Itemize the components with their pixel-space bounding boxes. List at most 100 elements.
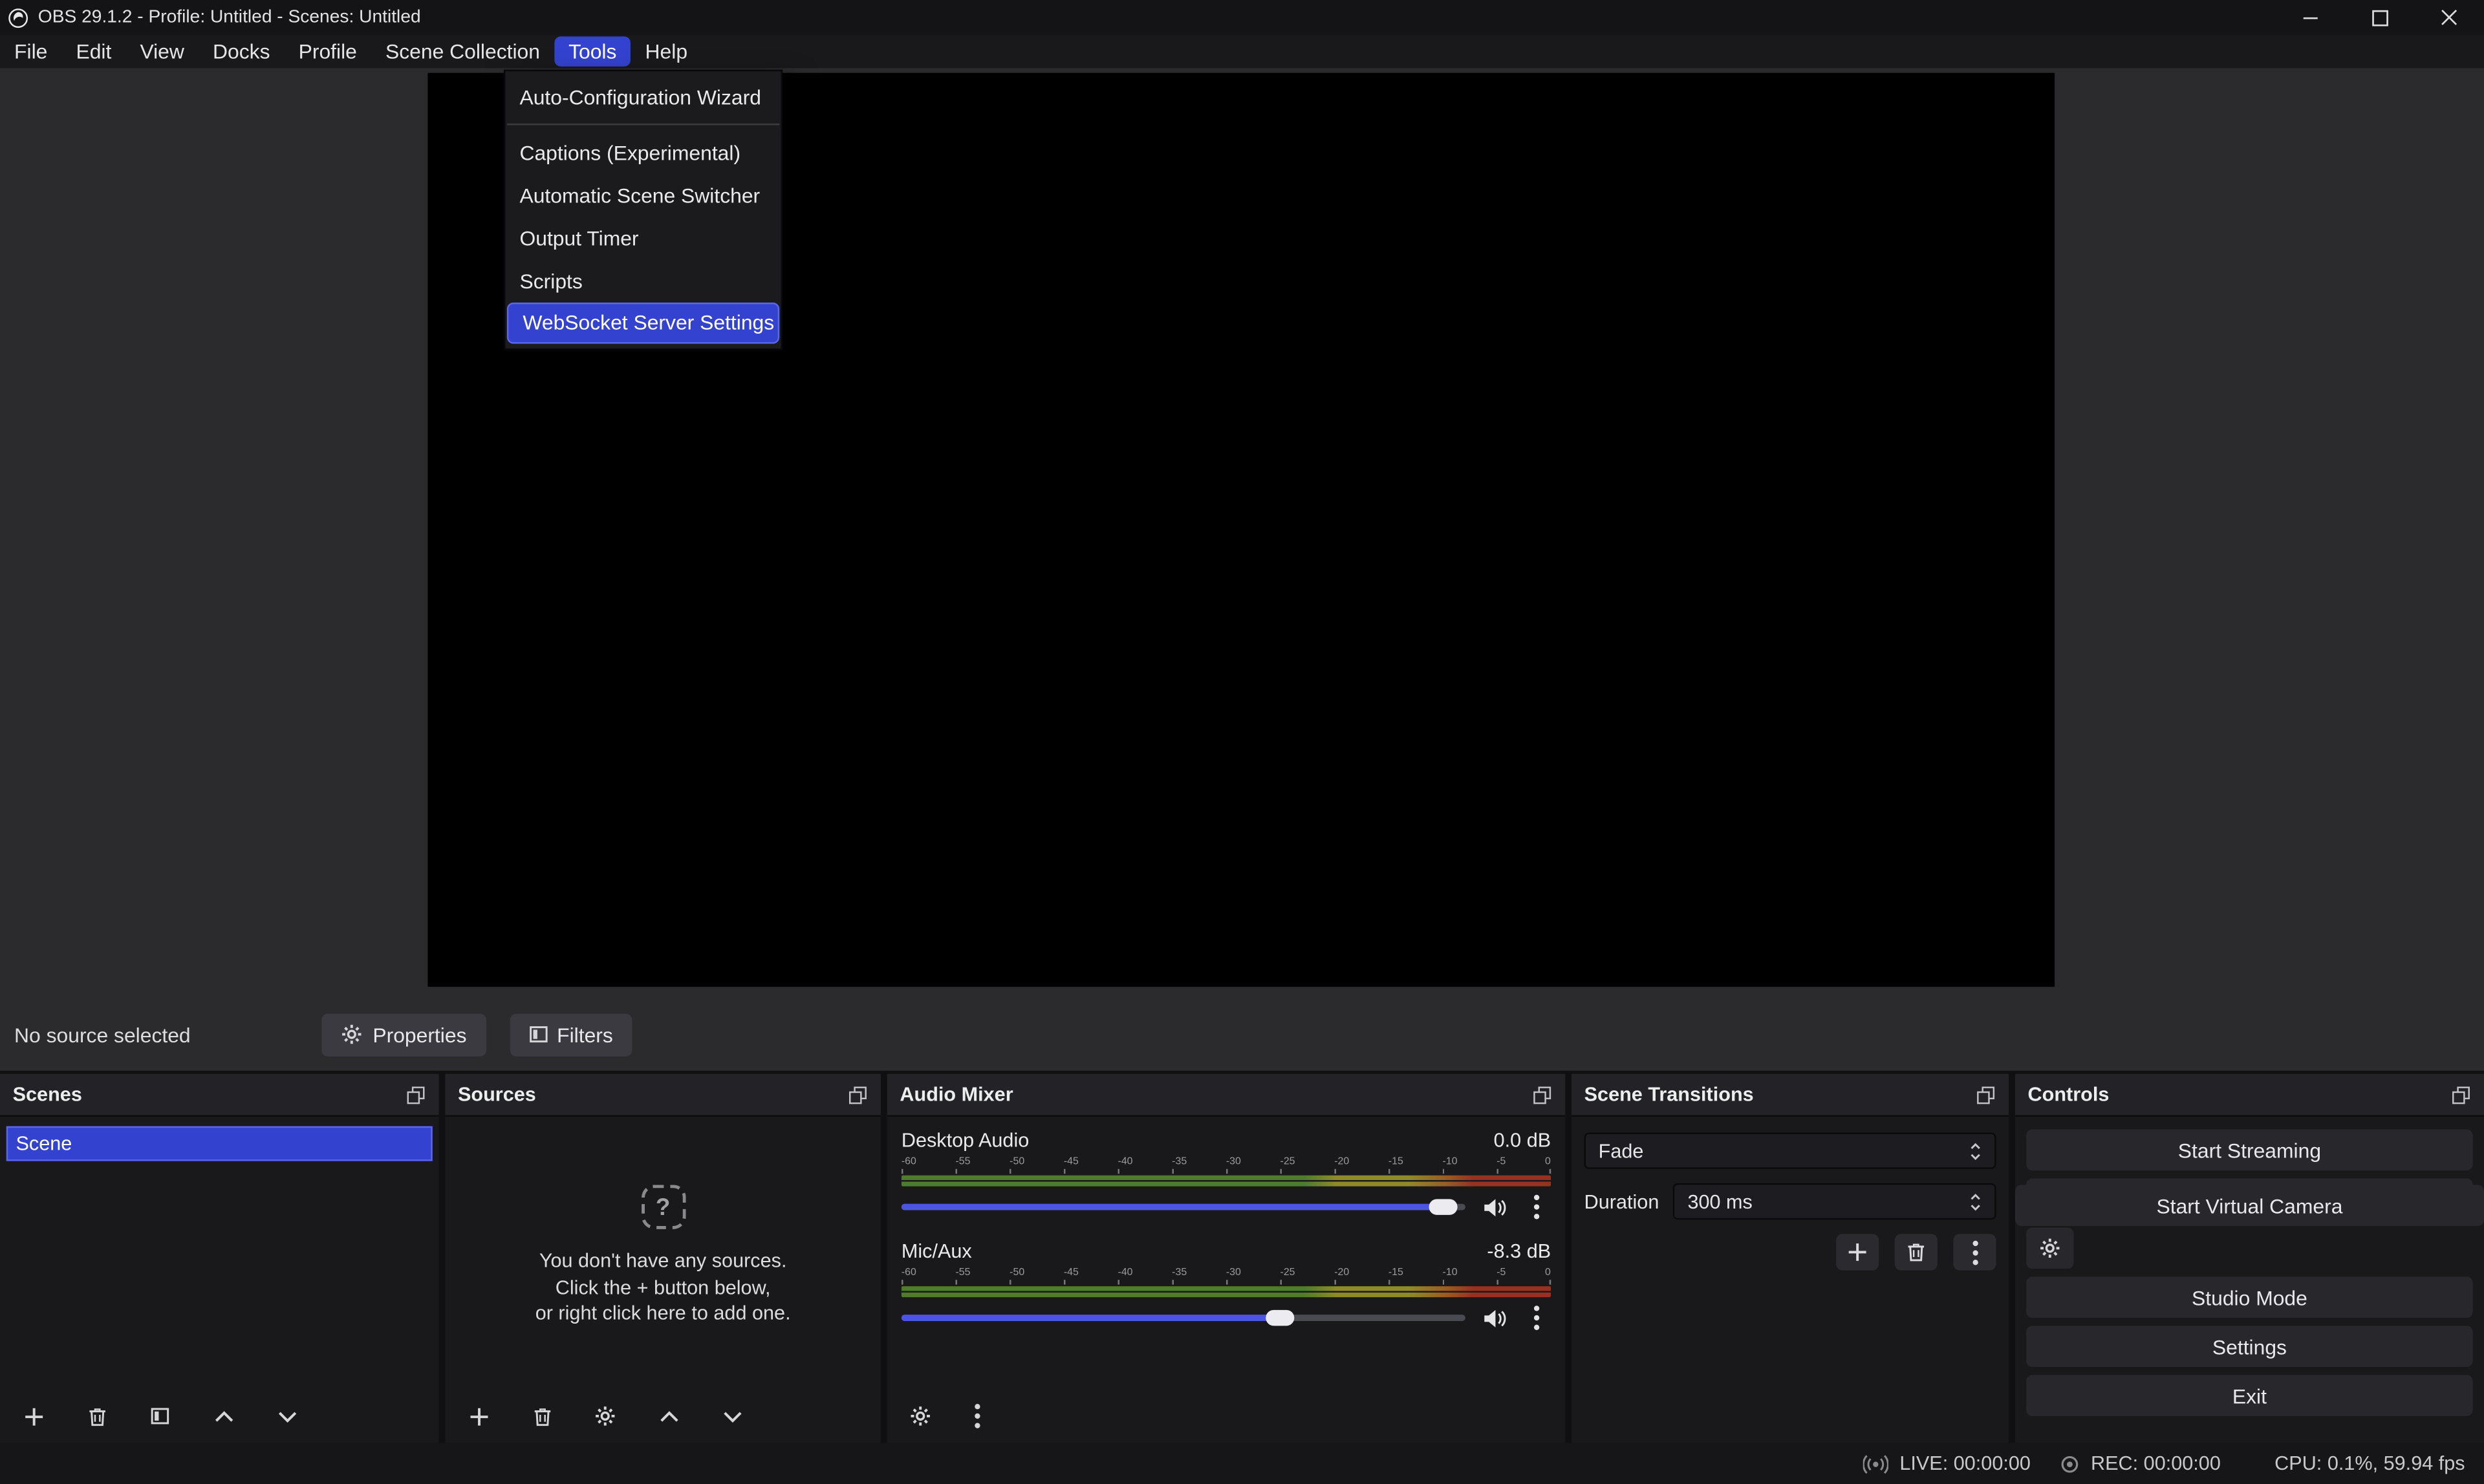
duration-label: Duration <box>1584 1190 1659 1212</box>
scenes-toolbar <box>0 1395 439 1443</box>
transitions-popout-button[interactable] <box>1976 1084 1996 1105</box>
scenes-panel-title: Scenes <box>13 1084 82 1106</box>
mute-button[interactable] <box>1480 1194 1508 1220</box>
remove-scene-button[interactable] <box>81 1400 113 1432</box>
audio-mixer-body: Desktop Audio 0.0 dB -60-55-50-45-40-35-… <box>887 1117 1565 1395</box>
scene-filters-button[interactable] <box>144 1400 176 1432</box>
meter-tick-label: -40 <box>1118 1156 1133 1169</box>
channel-level-db: 0.0 dB <box>1494 1130 1551 1152</box>
sources-panel: Sources ? You don't have any sources.Cli… <box>445 1074 881 1443</box>
scene-move-up-button[interactable] <box>208 1400 239 1432</box>
exit-button[interactable]: Exit <box>2026 1375 2473 1416</box>
volume-slider-handle[interactable] <box>1265 1310 1293 1326</box>
properties-button[interactable]: Properties <box>322 1013 486 1056</box>
tools-menu-item[interactable]: Auto-Configuration Wizard <box>505 76 781 119</box>
meter-tick-label: 0 <box>1545 1156 1551 1169</box>
remove-transition-button[interactable] <box>1895 1234 1938 1270</box>
minimize-button[interactable] <box>2275 0 2345 35</box>
menubar-item[interactable]: Profile <box>285 35 371 68</box>
meter-tick-label: -5 <box>1496 1267 1506 1280</box>
menubar: FileEditViewDocksProfileScene Collection… <box>0 35 2484 68</box>
scenes-panel-header: Scenes <box>0 1074 439 1117</box>
menubar-item[interactable]: Docks <box>199 35 285 68</box>
volume-slider-handle[interactable] <box>1429 1199 1457 1214</box>
filters-button-label: Filters <box>557 1022 613 1046</box>
controls-panel: Controls Start Streaming Start Recording… <box>2015 1074 2484 1443</box>
meter-tick-label: -35 <box>1172 1267 1187 1280</box>
mixer-toolbar <box>887 1395 1565 1443</box>
mute-button[interactable] <box>1480 1305 1508 1330</box>
source-properties-button[interactable] <box>589 1400 621 1432</box>
meter-tickmarks <box>902 1169 1551 1174</box>
scene-list-item[interactable]: Scene <box>6 1126 433 1161</box>
obs-logo-icon <box>8 7 28 28</box>
menubar-item[interactable]: Edit <box>61 35 125 68</box>
sources-empty-state[interactable]: ? You don't have any sources.Click the +… <box>445 1117 881 1395</box>
kebab-menu-icon <box>1533 1194 1540 1220</box>
filters-button[interactable]: Filters <box>510 1013 632 1056</box>
scene-move-down-button[interactable] <box>271 1400 303 1432</box>
mixer-options-button[interactable] <box>962 1400 993 1432</box>
filters-icon <box>151 1406 169 1425</box>
remove-source-button[interactable] <box>526 1400 557 1432</box>
gear-icon <box>2039 1237 2061 1259</box>
sources-panel-title: Sources <box>458 1084 536 1106</box>
trash-icon <box>532 1406 552 1426</box>
studio-mode-button[interactable]: Studio Mode <box>2026 1276 2473 1318</box>
speaker-icon <box>1482 1307 1506 1328</box>
transition-select[interactable]: Fade <box>1584 1132 1996 1168</box>
volume-slider[interactable] <box>902 1204 1465 1210</box>
statusbar: LIVE: 00:00:00 REC: 00:00:00 CPU: 0.1%, … <box>0 1443 2484 1484</box>
window-controls <box>2275 0 2484 35</box>
start-streaming-button[interactable]: Start Streaming <box>2026 1130 2473 1171</box>
tools-menu-item[interactable]: WebSocket Server Settings <box>507 303 779 344</box>
meter-tick-label: -15 <box>1388 1267 1403 1280</box>
tools-menu-item[interactable]: Output Timer <box>505 217 781 260</box>
menubar-item[interactable]: Scene Collection <box>371 35 554 68</box>
tools-menu-item[interactable]: Scripts <box>505 260 781 303</box>
add-transition-button[interactable] <box>1836 1234 1879 1270</box>
minimize-icon <box>2301 8 2318 26</box>
chevron-down-icon <box>722 1409 742 1423</box>
controls-popout-button[interactable] <box>2451 1084 2472 1105</box>
transition-options-button[interactable] <box>1953 1234 1996 1270</box>
popout-icon <box>405 1084 426 1105</box>
menubar-item[interactable]: Help <box>631 35 702 68</box>
audio-mixer-popout-button[interactable] <box>1532 1084 1553 1105</box>
controls-title: Controls <box>2028 1084 2110 1106</box>
volume-slider[interactable] <box>902 1315 1465 1321</box>
channel-options-button[interactable] <box>1522 1194 1551 1220</box>
close-button[interactable] <box>2414 0 2484 35</box>
source-move-down-button[interactable] <box>716 1400 748 1432</box>
rec-time: REC: 00:00:00 <box>2091 1452 2221 1474</box>
virtual-camera-settings-button[interactable] <box>2026 1227 2073 1269</box>
menubar-item[interactable]: View <box>125 35 199 68</box>
audio-mixer-header: Audio Mixer <box>887 1074 1565 1117</box>
live-status: LIVE: 00:00:00 <box>1863 1452 2031 1474</box>
popout-icon <box>1532 1084 1553 1105</box>
combo-arrows-icon <box>1969 1140 1982 1162</box>
start-virtual-camera-button[interactable]: Start Virtual Camera <box>2015 1185 2484 1226</box>
volume-slider-fill <box>902 1315 1279 1321</box>
add-source-button[interactable] <box>462 1400 494 1432</box>
menubar-item[interactable]: Tools <box>554 36 631 67</box>
duration-spinbox[interactable]: 300 ms <box>1673 1183 1996 1220</box>
tools-menu-item[interactable]: Automatic Scene Switcher <box>505 174 781 217</box>
maximize-button[interactable] <box>2344 0 2414 35</box>
volume-meter <box>902 1176 1551 1187</box>
menubar-item[interactable]: File <box>0 35 61 68</box>
popout-icon <box>2451 1084 2472 1105</box>
tools-menu-item[interactable]: Captions (Experimental) <box>505 131 781 174</box>
add-scene-button[interactable] <box>17 1400 49 1432</box>
advanced-audio-button[interactable] <box>905 1400 936 1432</box>
settings-button[interactable]: Settings <box>2026 1326 2473 1367</box>
meter-tick-label: -45 <box>1064 1267 1079 1280</box>
main-area: No source selected Properties Filters <box>0 68 2484 1071</box>
spinbox-arrows-icon <box>1969 1190 1982 1212</box>
sources-popout-button[interactable] <box>848 1084 869 1105</box>
scenes-popout-button[interactable] <box>405 1084 426 1105</box>
source-move-up-button[interactable] <box>653 1400 684 1432</box>
channel-options-button[interactable] <box>1522 1305 1551 1330</box>
meter-tick-label: -60 <box>902 1267 916 1280</box>
audio-mixer-panel: Audio Mixer Desktop Audio 0.0 dB -60-55-… <box>887 1074 1565 1443</box>
